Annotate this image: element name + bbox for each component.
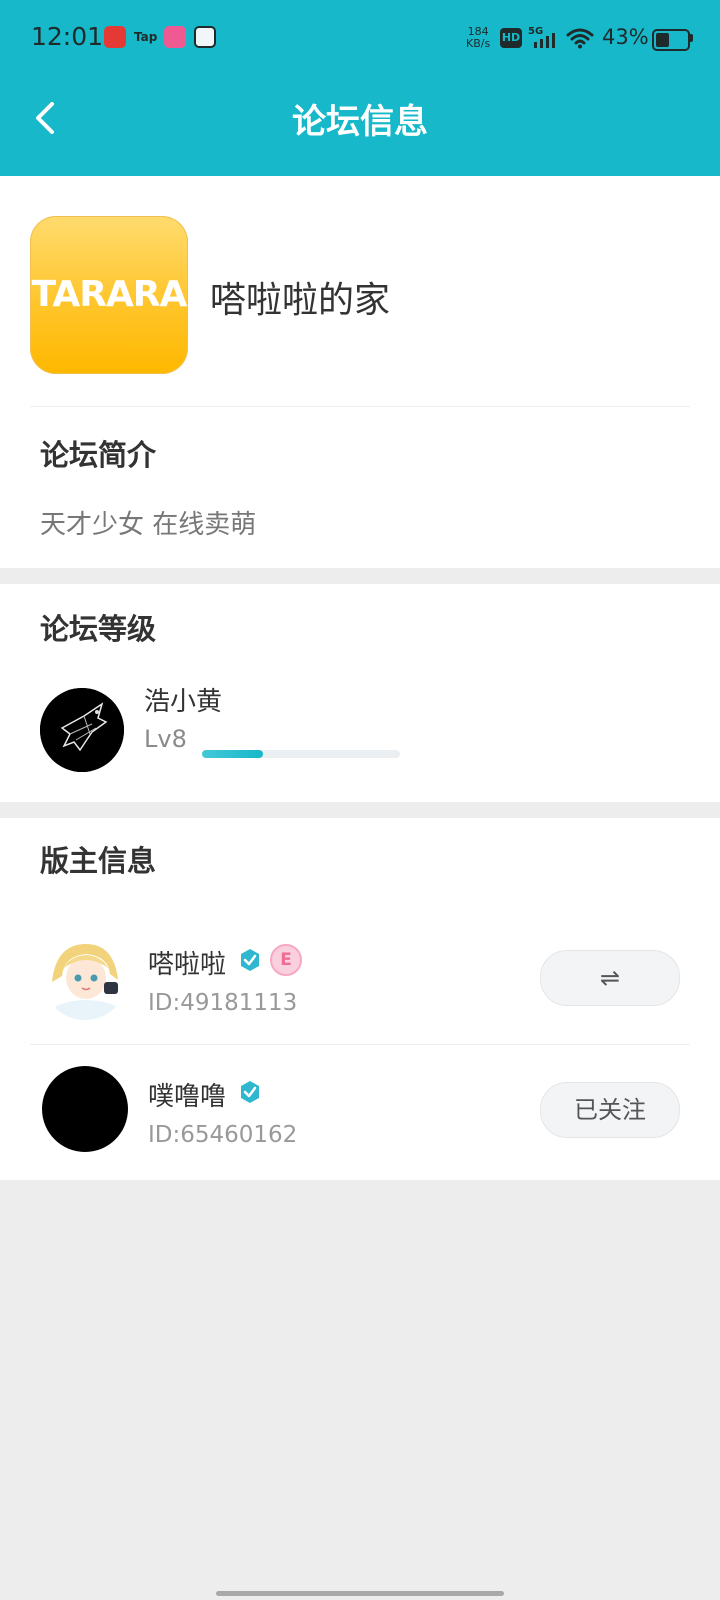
forum-name: 嗒啦啦的家 <box>210 280 391 321</box>
cloud-app-icon <box>194 26 216 48</box>
battery-icon <box>652 29 690 51</box>
forum-intro-text: 天才少女 在线卖萌 <box>40 510 257 540</box>
network-speed-unit: KB/s <box>466 37 491 50</box>
forum-info-card: TARARA 嗒啦啦的家 论坛简介 天才少女 在线卖萌 <box>0 176 720 568</box>
level-user-name: 浩小黄 <box>144 687 223 717</box>
verified-icon <box>241 1081 259 1103</box>
netease-music-icon <box>104 26 126 48</box>
anime-girl-avatar-icon <box>42 934 128 1020</box>
forum-level-card: 论坛等级 浩小黄 Lv8 <box>0 584 720 802</box>
avatar[interactable] <box>40 688 124 772</box>
e-badge-icon: E <box>270 944 302 976</box>
status-bar: 12:01 Tap 184 KB/s HD 5G 43% <box>0 0 720 78</box>
moderator-name: 噗噜噜 <box>148 1082 227 1112</box>
forum-logo[interactable]: TARARA <box>30 216 188 374</box>
avatar[interactable] <box>42 934 128 1020</box>
lofter-icon <box>164 26 186 48</box>
network-speed: 184 KB/s <box>466 26 490 50</box>
level-section-title: 论坛等级 <box>40 612 157 646</box>
signal-5g-icon: 5G <box>528 26 555 48</box>
hd-icon: HD <box>500 28 522 48</box>
divider <box>30 1044 690 1045</box>
divider <box>30 406 690 407</box>
bird-avatar-icon <box>40 688 124 772</box>
moderator-id: ID:49181113 <box>148 990 298 1016</box>
moderator-row[interactable]: 噗噜噜 ID:65460162 已关注 <box>0 1046 720 1176</box>
moderator-info-card: 版主信息 嗒啦啦 E ID:49181113 ⇌ 噗噜噜 ID:65460162… <box>0 818 720 1180</box>
verified-icon <box>241 949 259 971</box>
level-label: Lv8 <box>144 725 187 753</box>
page-title: 论坛信息 <box>292 102 428 142</box>
network-type-label: 5G <box>528 26 543 37</box>
moderator-name: 嗒啦啦 <box>148 950 227 980</box>
app-header: 12:01 Tap 184 KB/s HD 5G 43% 论坛信息 <box>0 0 720 176</box>
moderator-section-title: 版主信息 <box>40 844 157 878</box>
moderator-id: ID:65460162 <box>148 1122 298 1148</box>
wifi-icon <box>566 28 594 49</box>
battery-percent: 43% <box>602 25 649 49</box>
tap-icon: Tap <box>134 30 158 44</box>
home-indicator[interactable] <box>216 1591 504 1596</box>
moderator-row[interactable]: 嗒啦啦 E ID:49181113 ⇌ <box>0 914 720 1044</box>
swap-icon[interactable]: ⇌ <box>540 950 680 1006</box>
status-time: 12:01 <box>31 22 104 51</box>
level-progress-bar <box>202 750 400 758</box>
forum-logo-text: TARARA <box>31 274 188 315</box>
level-progress-fill <box>202 750 264 758</box>
avatar[interactable] <box>42 1066 128 1152</box>
intro-section-title: 论坛简介 <box>40 438 157 472</box>
following-button[interactable]: 已关注 <box>540 1082 680 1138</box>
